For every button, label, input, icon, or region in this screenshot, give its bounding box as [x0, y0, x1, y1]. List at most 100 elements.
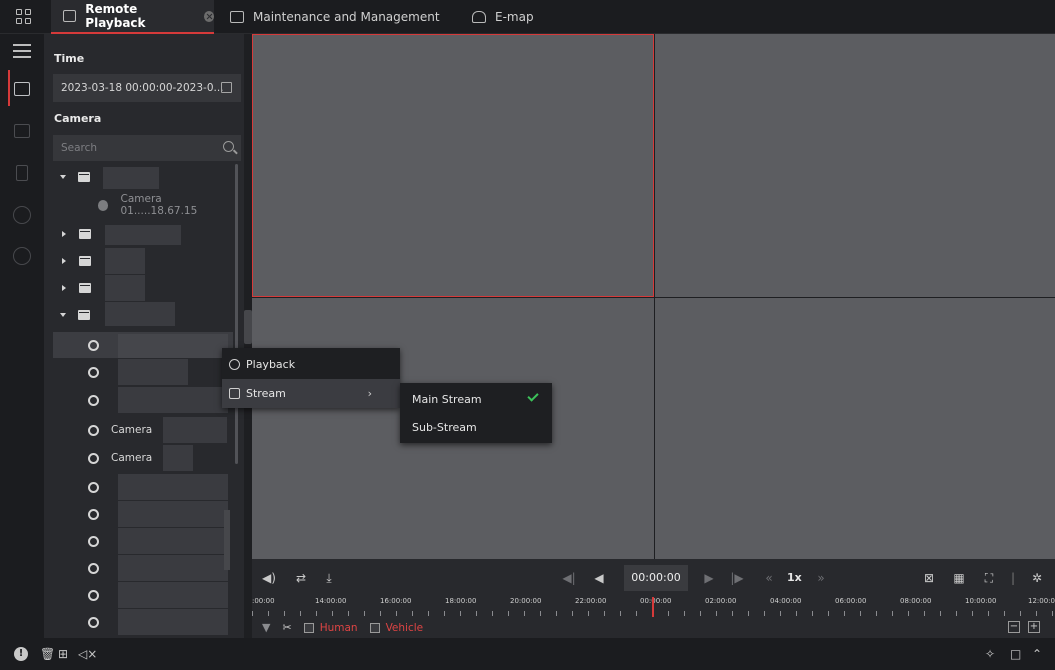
download-icon[interactable]: ⤓	[322, 571, 336, 585]
tree-camera-selected[interactable]	[53, 332, 233, 358]
tree-group-5[interactable]	[53, 302, 233, 328]
timeline-label: 04:00:00	[770, 597, 802, 605]
tree-camera[interactable]	[53, 387, 233, 413]
tab-remote-playback[interactable]: Remote Playback	[51, 0, 214, 34]
side-panel: Time 2023-03-18 00:00:00-2023-0... Camer…	[44, 34, 244, 638]
reverse-play-icon[interactable]: ◀	[592, 571, 606, 585]
window-icon[interactable]: □	[1010, 647, 1021, 661]
collapse-arrow-icon[interactable]	[60, 313, 66, 317]
human-filter-label: Human	[319, 621, 358, 634]
tab-emap[interactable]: E-map	[468, 0, 548, 34]
tree-camera[interactable]: Camera	[53, 445, 233, 471]
tree-camera[interactable]	[53, 609, 233, 635]
scissors-icon[interactable]: ✂	[282, 621, 291, 634]
zoom-in-button[interactable]: +	[1028, 621, 1040, 633]
video-pane-4[interactable]	[655, 298, 1055, 559]
next-frame-icon[interactable]: |▶	[730, 571, 744, 585]
layout-icon[interactable]: ⊞	[58, 647, 68, 661]
redacted-name	[105, 248, 145, 274]
trash-icon[interactable]: 🗑	[40, 647, 55, 661]
filter-icon[interactable]: ▼	[262, 621, 270, 634]
tree-camera[interactable]	[53, 555, 233, 581]
playback-controls: ◀) ⇄ ⤓ ◀| ◀ 00:00:00 ▶ |▶ « 1x » ⊠ ▦ ⛶ |…	[252, 559, 1055, 597]
adr-rail-icon[interactable]	[13, 206, 31, 224]
tab-label: E-map	[495, 10, 534, 24]
camera-icon	[88, 508, 99, 520]
volume-icon[interactable]: ◀)	[262, 571, 276, 585]
tree-camera-item[interactable]: Camera 01.....18.67.15	[53, 192, 233, 218]
vehicle-checkbox[interactable]	[369, 622, 380, 633]
monitor-rail-icon[interactable]	[14, 124, 30, 138]
previous-frame-icon[interactable]: ◀|	[562, 571, 576, 585]
tree-group-4[interactable]	[53, 275, 233, 301]
zoom-out-button[interactable]: −	[1008, 621, 1020, 633]
tab-maintenance[interactable]: Maintenance and Management	[226, 0, 451, 34]
menu-item-sub-stream[interactable]: Sub-Stream	[400, 413, 552, 442]
tree-scrollbar-thumb[interactable]	[224, 510, 230, 570]
timeline[interactable]: :00:00 14:00:00 16:00:00 18:00:00 20:00:…	[252, 597, 1055, 617]
expand-up-icon[interactable]: ⌃	[1032, 647, 1042, 661]
left-rail	[0, 34, 44, 638]
window-layout-icon[interactable]: ▦	[952, 571, 966, 585]
redacted-name	[118, 387, 228, 413]
panel-collapse-handle[interactable]	[244, 310, 252, 344]
expand-arrow-icon[interactable]	[62, 231, 66, 237]
tree-camera[interactable]	[53, 528, 233, 554]
play-icon[interactable]: ▶	[702, 571, 716, 585]
map-icon	[472, 11, 486, 23]
top-bar: Remote Playback Maintenance and Manageme…	[0, 0, 1055, 34]
gear-icon[interactable]: ✲	[1030, 571, 1044, 585]
playback-rail-icon[interactable]	[14, 82, 30, 96]
camera-label: Camera	[54, 112, 102, 125]
status-bar: ! 🗑 ⊞ ◁× ✧ □ ⌃	[0, 638, 1055, 670]
redacted-name	[105, 275, 145, 301]
pin-icon[interactable]: ✧	[985, 647, 995, 661]
fullscreen-icon[interactable]: ⛶	[982, 571, 996, 585]
search-input[interactable]: Search	[53, 135, 241, 161]
expand-arrow-icon[interactable]	[62, 285, 66, 291]
clip-settings-icon[interactable]: ⇄	[294, 571, 308, 585]
tree-scrollbar[interactable]	[235, 164, 238, 464]
video-pane-1[interactable]	[252, 34, 654, 297]
video-pane-2[interactable]	[655, 34, 1055, 297]
app-grid-icon[interactable]	[16, 9, 32, 25]
folder-icon	[78, 172, 90, 182]
vr-rail-icon[interactable]	[13, 247, 31, 265]
tree-camera[interactable]: Camera	[53, 417, 233, 443]
alert-icon[interactable]: !	[14, 647, 28, 661]
tree-group-1[interactable]	[53, 164, 233, 190]
tree-camera[interactable]	[53, 582, 233, 608]
search-icon[interactable]	[223, 141, 234, 152]
tree-camera[interactable]	[53, 501, 233, 527]
time-label: Time	[54, 52, 85, 65]
mute-icon[interactable]: ◁×	[78, 647, 97, 661]
expand-arrow-icon[interactable]	[62, 258, 66, 264]
timeline-playhead[interactable]	[652, 597, 654, 617]
hamburger-menu-icon[interactable]	[13, 44, 31, 58]
calendar-icon[interactable]	[221, 82, 232, 93]
slow-down-icon[interactable]: «	[762, 571, 776, 585]
vehicle-filter-label: Vehicle	[385, 621, 424, 634]
tree-camera[interactable]	[53, 359, 233, 385]
time-range-field[interactable]: 2023-03-18 00:00:00-2023-0...	[53, 74, 241, 102]
tree-camera[interactable]	[53, 474, 233, 500]
app-window: Remote Playback Maintenance and Manageme…	[0, 0, 1055, 670]
tree-group-2[interactable]	[53, 221, 233, 247]
context-menu: Playback Stream ›	[222, 348, 400, 408]
menu-item-playback[interactable]: Playback	[222, 350, 400, 379]
human-checkbox[interactable]	[303, 622, 314, 633]
tree-group-3[interactable]	[53, 248, 233, 274]
redacted-name	[105, 302, 175, 326]
device-rail-icon[interactable]	[16, 165, 28, 181]
stop-all-icon[interactable]: ⊠	[922, 571, 936, 585]
search-placeholder: Search	[61, 142, 98, 154]
camera-icon	[88, 589, 99, 601]
speed-up-icon[interactable]: »	[814, 571, 828, 585]
folder-icon	[78, 310, 90, 320]
close-tab-icon[interactable]	[203, 10, 214, 22]
menu-item-main-stream[interactable]: Main Stream	[400, 385, 552, 414]
menu-item-label: Main Stream	[412, 393, 482, 406]
menu-item-stream[interactable]: Stream ›	[222, 379, 400, 408]
collapse-arrow-icon[interactable]	[60, 175, 66, 179]
timeline-label: 02:00:00	[705, 597, 737, 605]
